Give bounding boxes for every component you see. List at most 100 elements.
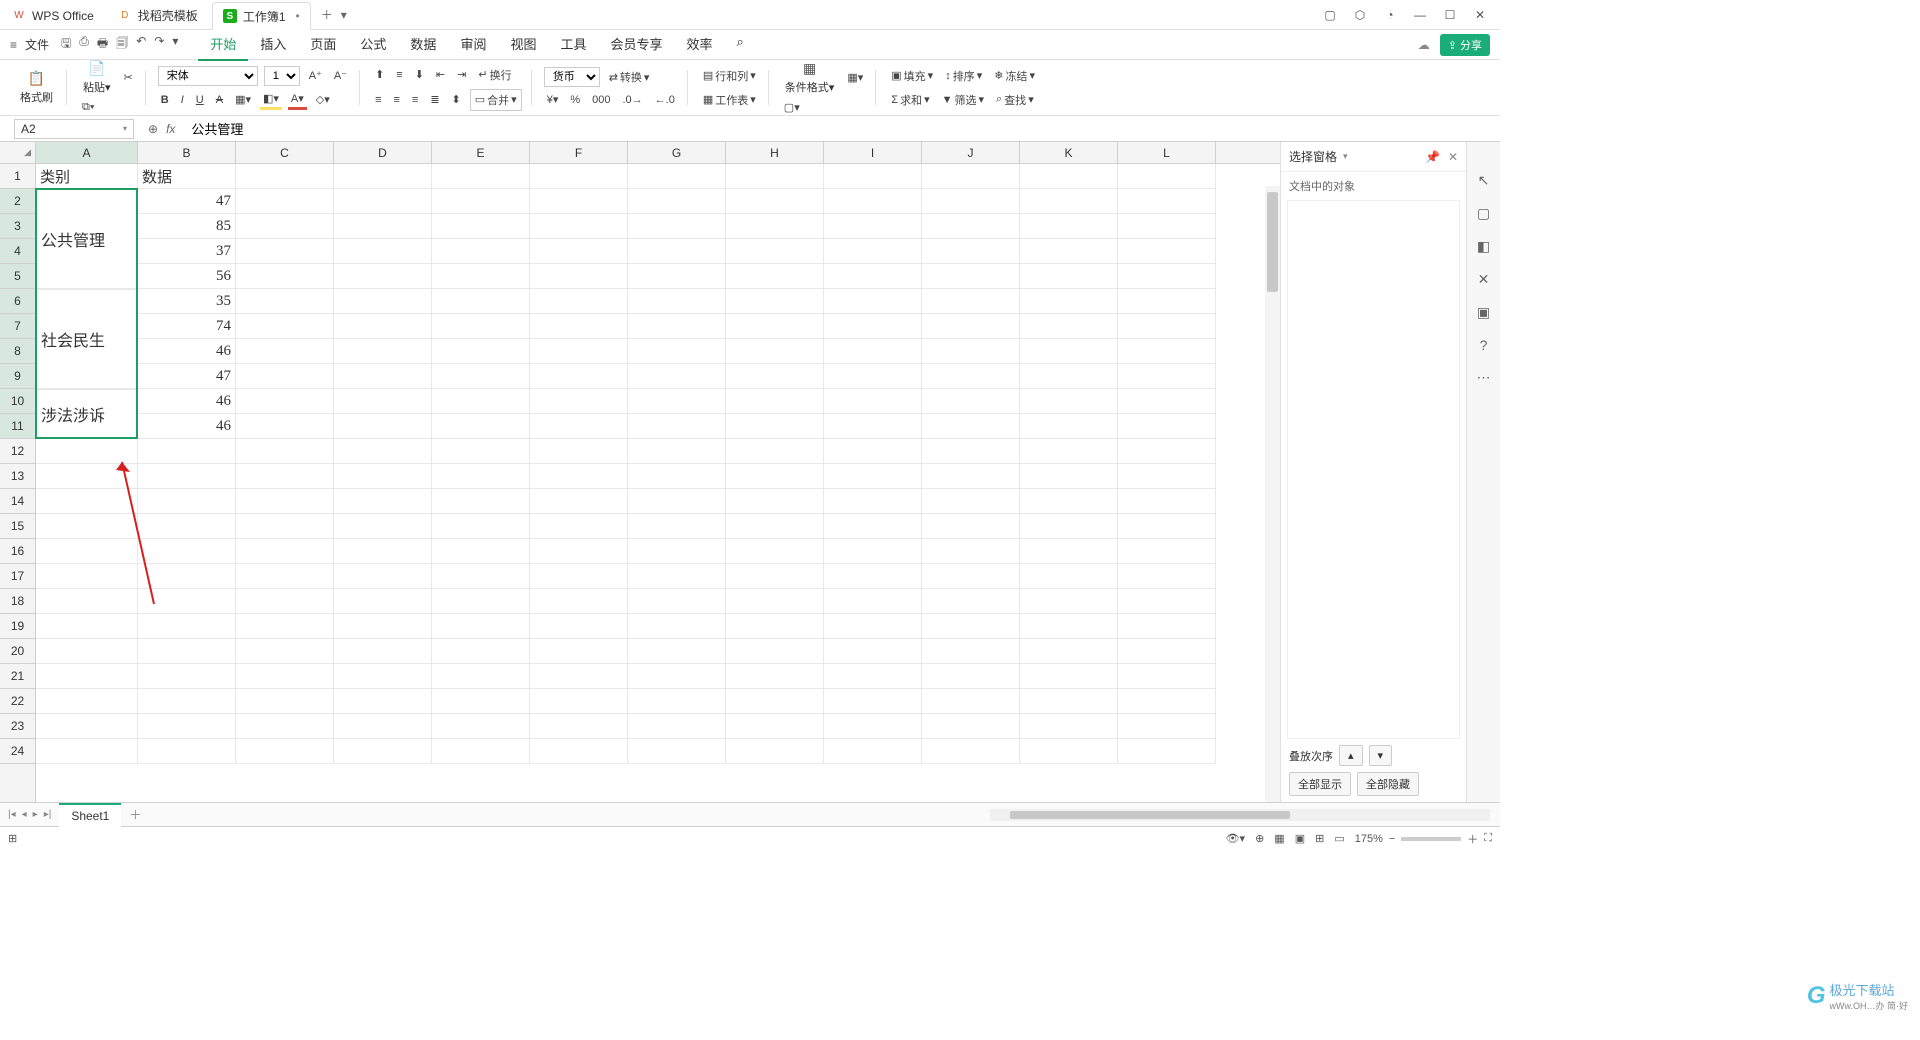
- redo-icon[interactable]: ↷: [154, 34, 164, 55]
- cell[interactable]: [1118, 264, 1216, 289]
- cell[interactable]: [530, 339, 628, 364]
- cell-A20[interactable]: [36, 639, 138, 664]
- row-header-17[interactable]: 17: [0, 564, 35, 589]
- cell-B2[interactable]: 47: [138, 189, 236, 214]
- cell-B21[interactable]: [138, 664, 236, 689]
- sum-button[interactable]: Σ求和▾: [888, 90, 932, 110]
- cell[interactable]: [334, 364, 432, 389]
- cell[interactable]: [432, 189, 530, 214]
- row-header-4[interactable]: 4: [0, 239, 35, 264]
- cell[interactable]: [922, 189, 1020, 214]
- cell[interactable]: [628, 589, 726, 614]
- cell[interactable]: [628, 264, 726, 289]
- cell[interactable]: [726, 164, 824, 189]
- cell[interactable]: [628, 714, 726, 739]
- tab-efficiency[interactable]: 效率: [675, 28, 725, 61]
- cell[interactable]: [530, 589, 628, 614]
- cell[interactable]: [1118, 639, 1216, 664]
- cell[interactable]: [922, 739, 1020, 764]
- cell[interactable]: [726, 489, 824, 514]
- row-header-3[interactable]: 3: [0, 214, 35, 239]
- cell[interactable]: [1118, 289, 1216, 314]
- cell[interactable]: [1118, 714, 1216, 739]
- copy-icon[interactable]: ⧉▾: [79, 99, 97, 116]
- row-header-5[interactable]: 5: [0, 264, 35, 289]
- cell[interactable]: [530, 614, 628, 639]
- cell[interactable]: [726, 289, 824, 314]
- cut-icon[interactable]: ✂: [121, 69, 136, 86]
- cell-A15[interactable]: [36, 514, 138, 539]
- decrease-decimal-icon[interactable]: ←.0: [652, 92, 678, 108]
- cell[interactable]: [1118, 239, 1216, 264]
- style-tool-icon[interactable]: ◧: [1477, 238, 1490, 255]
- cell[interactable]: [334, 239, 432, 264]
- font-name-select[interactable]: 宋体: [158, 66, 258, 86]
- cell-A24[interactable]: [36, 739, 138, 764]
- paste-button[interactable]: 📄粘贴▾: [79, 60, 115, 95]
- cell[interactable]: [628, 314, 726, 339]
- cell-B23[interactable]: [138, 714, 236, 739]
- cell[interactable]: [628, 389, 726, 414]
- cell[interactable]: [1020, 314, 1118, 339]
- worksheet-button[interactable]: ▦工作表▾: [700, 90, 759, 110]
- row-header-15[interactable]: 15: [0, 514, 35, 539]
- cell[interactable]: [530, 564, 628, 589]
- hamburger-icon[interactable]: ≡: [10, 38, 17, 52]
- doc-tab-workbook[interactable]: S 工作簿1 •: [212, 2, 311, 30]
- print-preview-icon[interactable]: 🗐: [116, 34, 128, 55]
- merged-cell-a10a11[interactable]: 涉法涉诉: [36, 389, 138, 439]
- col-header-D[interactable]: D: [334, 142, 432, 163]
- cell[interactable]: [824, 739, 922, 764]
- cell-B13[interactable]: [138, 464, 236, 489]
- cell[interactable]: [334, 664, 432, 689]
- row-header-18[interactable]: 18: [0, 589, 35, 614]
- cell[interactable]: [236, 464, 334, 489]
- cell[interactable]: [1020, 264, 1118, 289]
- cell-B24[interactable]: [138, 739, 236, 764]
- cell[interactable]: [1020, 614, 1118, 639]
- cell[interactable]: [236, 689, 334, 714]
- tab-page[interactable]: 页面: [298, 28, 348, 61]
- row-header-1[interactable]: 1: [0, 164, 35, 189]
- cell[interactable]: [726, 189, 824, 214]
- tab-insert[interactable]: 插入: [248, 28, 298, 61]
- cell[interactable]: [726, 689, 824, 714]
- col-header-C[interactable]: C: [236, 142, 334, 163]
- fill-color-button[interactable]: ◧▾: [260, 90, 282, 110]
- row-header-2[interactable]: 2: [0, 189, 35, 214]
- cell[interactable]: [628, 489, 726, 514]
- fx-icon[interactable]: fx: [166, 122, 175, 136]
- qat-dropdown-icon[interactable]: ▾: [172, 34, 178, 55]
- align-bottom-icon[interactable]: ⬇: [412, 66, 427, 83]
- settings-tool-icon[interactable]: ✕: [1478, 271, 1490, 288]
- cell[interactable]: [334, 214, 432, 239]
- cell[interactable]: [334, 414, 432, 439]
- find-button[interactable]: ⌕查找▾: [993, 90, 1037, 110]
- cell[interactable]: [236, 614, 334, 639]
- cell[interactable]: [1020, 689, 1118, 714]
- zoom-slider[interactable]: [1401, 837, 1461, 841]
- cell[interactable]: [1118, 364, 1216, 389]
- cell[interactable]: [1020, 189, 1118, 214]
- file-menu[interactable]: 文件: [25, 36, 49, 53]
- cell[interactable]: [432, 314, 530, 339]
- print-icon[interactable]: 🖶: [97, 34, 108, 55]
- cell[interactable]: [432, 464, 530, 489]
- view-break-icon[interactable]: ⊞: [1315, 832, 1324, 845]
- cell[interactable]: [530, 714, 628, 739]
- cell-B5[interactable]: 56: [138, 264, 236, 289]
- cell[interactable]: [530, 414, 628, 439]
- cell[interactable]: [530, 164, 628, 189]
- cell[interactable]: [824, 264, 922, 289]
- italic-button[interactable]: I: [178, 92, 187, 108]
- cell[interactable]: [628, 364, 726, 389]
- decrease-font-icon[interactable]: A⁻: [331, 67, 350, 84]
- cell[interactable]: [1118, 214, 1216, 239]
- cell[interactable]: [726, 239, 824, 264]
- col-header-L[interactable]: L: [1118, 142, 1216, 163]
- cell-A16[interactable]: [36, 539, 138, 564]
- cell-B16[interactable]: [138, 539, 236, 564]
- cell-B22[interactable]: [138, 689, 236, 714]
- cell[interactable]: [432, 439, 530, 464]
- cell[interactable]: [922, 289, 1020, 314]
